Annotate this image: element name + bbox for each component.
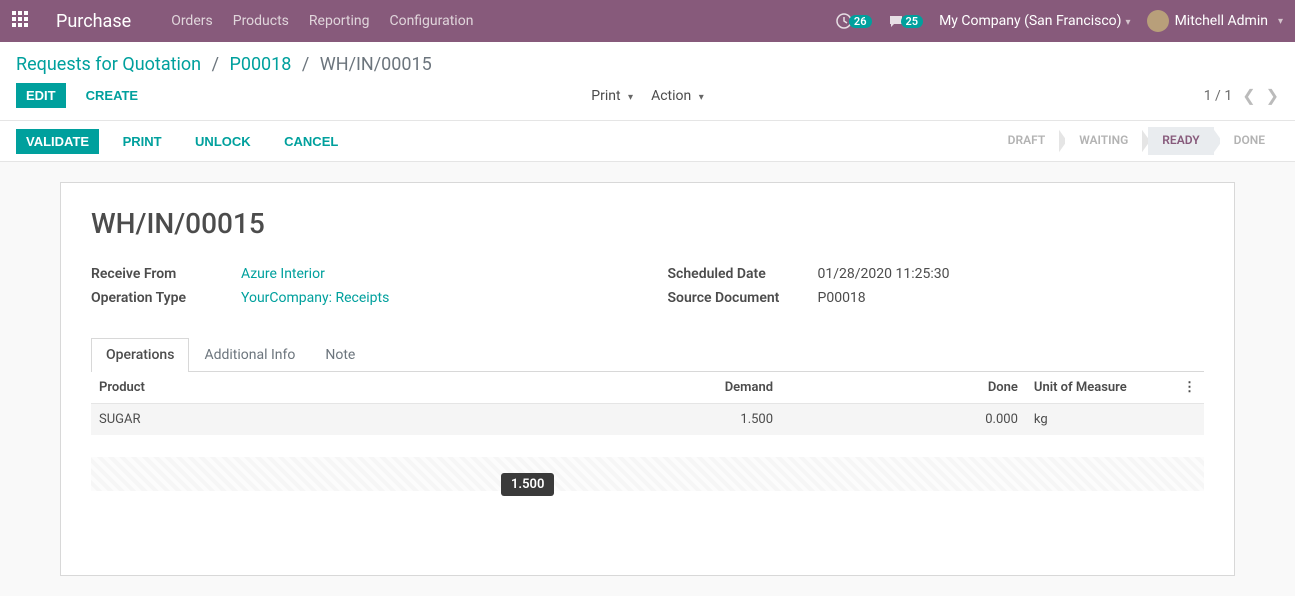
nav-reporting[interactable]: Reporting xyxy=(309,13,370,29)
validate-button[interactable]: VALIDATE xyxy=(16,129,99,154)
demand-tooltip: 1.500 xyxy=(501,473,554,496)
breadcrumb-po[interactable]: P00018 xyxy=(229,54,291,75)
status-draft[interactable]: DRAFT xyxy=(994,127,1060,155)
cell-done: 0.000 xyxy=(781,404,1026,436)
receive-from-label: Receive From xyxy=(91,266,241,282)
nav-menu: Orders Products Reporting Configuration xyxy=(171,13,836,29)
status-ready[interactable]: READY xyxy=(1148,127,1213,155)
main-navbar: Purchase Orders Products Reporting Confi… xyxy=(0,0,1295,42)
activity-count: 26 xyxy=(849,15,872,28)
cell-product: SUGAR xyxy=(91,404,536,436)
col-done[interactable]: Done xyxy=(781,372,1026,404)
source-document-label: Source Document xyxy=(668,290,818,306)
chevron-down-icon: ▾ xyxy=(1126,17,1131,28)
avatar xyxy=(1147,10,1169,32)
print-button[interactable]: PRINT xyxy=(113,129,172,154)
table-control-row xyxy=(91,457,1204,491)
statusbar: VALIDATE PRINT UNLOCK CANCEL DRAFT WAITI… xyxy=(0,121,1295,162)
edit-button[interactable]: EDIT xyxy=(16,83,66,108)
action-menu[interactable]: Action ▾ xyxy=(651,88,704,104)
breadcrumb-sep: / xyxy=(212,54,219,75)
activity-indicator[interactable]: 26 xyxy=(836,13,872,29)
operations-table: Product Demand Done Unit of Measure ⋮ SU… xyxy=(91,372,1204,551)
nav-orders[interactable]: Orders xyxy=(171,13,213,29)
breadcrumb-current: WH/IN/00015 xyxy=(320,54,432,75)
tab-note[interactable]: Note xyxy=(310,338,370,371)
breadcrumb: Requests for Quotation / P00018 / WH/IN/… xyxy=(0,42,1295,79)
cell-demand: 1.500 xyxy=(536,404,781,436)
breadcrumb-sep: / xyxy=(302,54,309,75)
cell-uom: kg xyxy=(1026,404,1175,436)
pager-prev-icon[interactable]: ❮ xyxy=(1242,86,1255,105)
scheduled-date-label: Scheduled Date xyxy=(668,266,818,282)
col-demand[interactable]: Demand xyxy=(536,372,781,404)
nav-products[interactable]: Products xyxy=(233,13,289,29)
tab-additional-info[interactable]: Additional Info xyxy=(189,338,310,371)
nav-configuration[interactable]: Configuration xyxy=(389,13,473,29)
table-spacer-row xyxy=(91,491,1204,551)
pager: 1 / 1 ❮ ❯ xyxy=(1204,86,1279,105)
breadcrumb-rfq[interactable]: Requests for Quotation xyxy=(16,54,201,75)
user-name: Mitchell Admin xyxy=(1175,13,1268,29)
nav-right: 26 25 My Company (San Francisco) ▾ Mitche… xyxy=(836,10,1283,32)
col-uom[interactable]: Unit of Measure xyxy=(1026,372,1175,404)
operation-type-value[interactable]: YourCompany: Receipts xyxy=(241,290,389,306)
chevron-down-icon: ▾ xyxy=(699,92,704,103)
pager-next-icon[interactable]: ❯ xyxy=(1266,86,1279,105)
source-document-value: P00018 xyxy=(818,290,866,306)
receive-from-value[interactable]: Azure Interior xyxy=(241,266,325,282)
form-sheet: WH/IN/00015 Receive From Azure Interior … xyxy=(60,182,1235,576)
toolbar: EDIT CREATE Print ▾ Action ▾ 1 / 1 ❮ ❯ xyxy=(0,79,1295,121)
status-done[interactable]: DONE xyxy=(1220,127,1279,155)
company-name: My Company (San Francisco) xyxy=(939,13,1121,29)
cancel-button[interactable]: CANCEL xyxy=(274,129,348,154)
table-options-icon[interactable]: ⋮ xyxy=(1175,372,1204,404)
unlock-button[interactable]: UNLOCK xyxy=(185,129,261,154)
messages-indicator[interactable]: 25 xyxy=(888,13,924,29)
tab-operations[interactable]: Operations xyxy=(91,338,189,372)
table-empty-row xyxy=(91,435,1204,457)
pager-range: 1 / 1 xyxy=(1204,88,1232,104)
messages-count: 25 xyxy=(901,15,924,28)
apps-menu-icon[interactable] xyxy=(12,11,32,31)
user-menu[interactable]: Mitchell Admin ▾ xyxy=(1147,10,1283,32)
scheduled-date-value: 01/28/2020 11:25:30 xyxy=(818,266,950,282)
app-brand[interactable]: Purchase xyxy=(56,11,131,32)
operation-type-label: Operation Type xyxy=(91,290,241,306)
chevron-down-icon: ▾ xyxy=(628,92,633,103)
status-waiting[interactable]: WAITING xyxy=(1065,127,1142,155)
company-selector[interactable]: My Company (San Francisco) ▾ xyxy=(939,13,1130,29)
tabs: Operations Additional Info Note xyxy=(91,338,1204,372)
col-product[interactable]: Product xyxy=(91,372,536,404)
chevron-down-icon: ▾ xyxy=(1278,16,1283,27)
create-button[interactable]: CREATE xyxy=(76,83,148,108)
table-row[interactable]: SUGAR 1.500 0.000 kg xyxy=(91,404,1204,436)
page-title: WH/IN/00015 xyxy=(91,207,1204,240)
status-steps: DRAFT WAITING READY DONE xyxy=(994,127,1279,155)
print-menu[interactable]: Print ▾ xyxy=(591,88,633,104)
